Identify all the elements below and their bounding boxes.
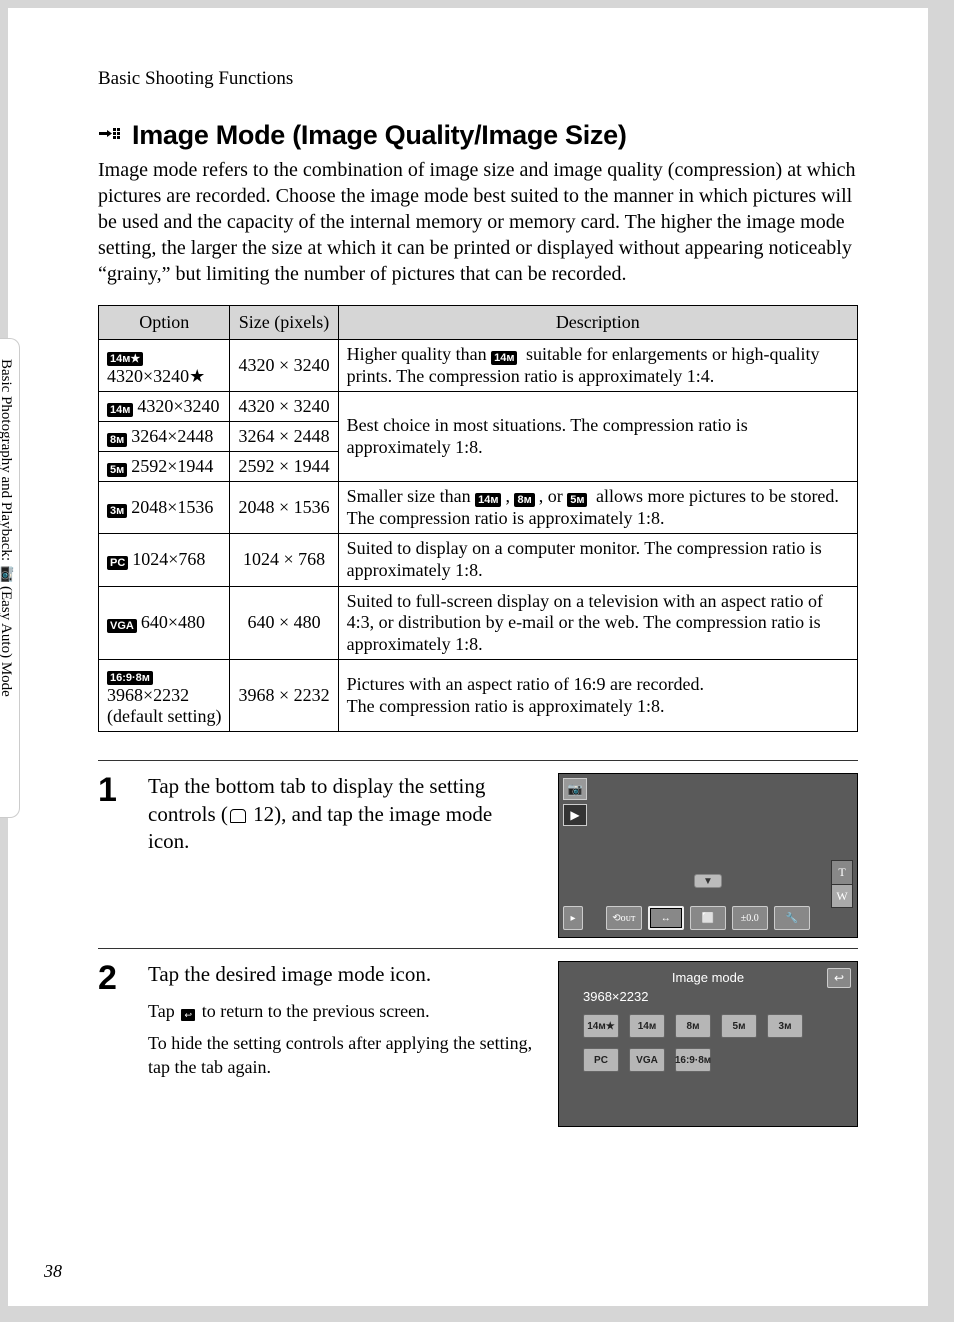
opt-label: 2048×1536: [131, 497, 213, 517]
self-timer-icon: ⟲ᴏᴜᴛ: [606, 906, 642, 930]
size-value: 1024 × 768: [230, 534, 338, 586]
opt-label: 4320×3240: [137, 396, 219, 416]
title-row: Image Mode (Image Quality/Image Size): [98, 120, 858, 151]
opt-label: 3968×2232: [107, 685, 189, 705]
star-icon: ★: [189, 366, 205, 386]
mode-option: PC: [583, 1048, 619, 1072]
opt-label: 640×480: [141, 612, 205, 632]
current-value: 3968×2232: [569, 989, 847, 1004]
mode-option: 16:9·8ᴍ: [675, 1048, 711, 1072]
desc-value: Suited to display on a computer monitor.…: [338, 534, 857, 586]
desc-value: Smaller size than 14ᴍ, 8ᴍ, or 5ᴍ allows …: [338, 482, 857, 534]
mode-badge-icon: 14ᴍ: [475, 493, 501, 507]
mode-badge-icon: 14ᴍ★: [107, 352, 143, 366]
fig-title: Image mode: [569, 970, 847, 985]
playback-icon: ▶: [563, 804, 587, 826]
desc-value: Higher quality than 14ᴍ suitable for enl…: [338, 340, 857, 392]
step-number: 2: [98, 961, 128, 1127]
step-2: 2 Tap the desired image mode icon. Tap ↩…: [98, 948, 858, 1127]
mode-badge-icon: 14ᴍ: [107, 403, 133, 417]
mode-option: VGA: [629, 1048, 665, 1072]
back-icon: ↩: [181, 1009, 195, 1021]
size-value: 2048 × 1536: [230, 482, 338, 534]
size-value: 3968 × 2232: [230, 660, 338, 732]
opt-label: 2592×1944: [131, 456, 213, 476]
section-header: Basic Shooting Functions: [98, 68, 858, 90]
side-tab: Basic Photography and Playback: 📷 (Easy …: [0, 338, 20, 818]
step-2-figure: ↩ Image mode 3968×2232 14ᴍ★ 14ᴍ 8ᴍ 5ᴍ 3ᴍ…: [558, 961, 858, 1127]
intro-paragraph: Image mode refers to the combination of …: [98, 157, 858, 287]
step-instruction: Tap the desired image mode icon.: [148, 961, 538, 988]
desc-value: Suited to full-screen display on a telev…: [338, 586, 857, 660]
size-value: 2592 × 1944: [230, 452, 338, 482]
page-title: Image Mode (Image Quality/Image Size): [132, 120, 627, 151]
table-row: 16:9·8ᴍ3968×2232 (default setting) 3968 …: [99, 660, 858, 732]
mode-badge-icon: 5ᴍ: [107, 463, 127, 477]
size-value: 4320 × 3240: [230, 392, 338, 422]
step-1: 1 Tap the bottom tab to display the sett…: [98, 760, 858, 938]
shooting-mode-icon: 📷: [563, 778, 587, 800]
side-tab-text-1: Basic Photography and Playback:: [0, 359, 14, 561]
image-mode-icon: [98, 125, 124, 147]
image-mode-table: Option Size (pixels) Description 14ᴍ★432…: [98, 305, 858, 732]
zoom-out: W: [832, 884, 852, 908]
col-option: Option: [99, 306, 230, 340]
table-row: 14ᴍ★4320×3240★ 4320 × 3240 Higher qualit…: [99, 340, 858, 392]
mode-badge-icon: 14ᴍ: [491, 351, 517, 365]
mode-badge-icon: 8ᴍ: [107, 433, 127, 447]
mode-option: 5ᴍ: [721, 1014, 757, 1038]
mode-badge-icon: 5ᴍ: [567, 493, 587, 507]
page-number: 38: [44, 1261, 62, 1282]
col-description: Description: [338, 306, 857, 340]
size-value: 640 × 480: [230, 586, 338, 660]
desc-value: Best choice in most situations. The comp…: [338, 392, 857, 482]
step-number: 1: [98, 773, 128, 938]
image-mode-icon: ↔: [648, 906, 684, 930]
table-row: PC 1024×768 1024 × 768 Suited to display …: [99, 534, 858, 586]
zoom-control: T W: [831, 860, 853, 908]
opt-label: 1024×768: [132, 549, 205, 569]
chevron-down-icon: ▼: [694, 874, 722, 888]
opt-label: 3264×2448: [131, 426, 213, 446]
mode-option: 8ᴍ: [675, 1014, 711, 1038]
setup-icon: 🔧: [774, 906, 810, 930]
camera-icon: 📷: [0, 566, 14, 582]
step-sub: To hide the setting controls after apply…: [148, 1031, 538, 1080]
mode-badge-icon: 3ᴍ: [107, 504, 127, 518]
page: Basic Photography and Playback: 📷 (Easy …: [8, 8, 928, 1306]
mode-badge-icon: PC: [107, 556, 128, 570]
exposure-comp-icon: ±0.0: [732, 906, 768, 930]
opt-label: 4320×3240: [107, 366, 189, 386]
mode-option: 14ᴍ: [629, 1014, 665, 1038]
table-row: VGA 640×480 640 × 480 Suited to full-scre…: [99, 586, 858, 660]
tab-icon: ▸: [563, 906, 583, 930]
mode-badge-icon: VGA: [107, 619, 137, 633]
mode-badge-icon: 8ᴍ: [514, 493, 534, 507]
step-sub: Tap ↩ to return to the previous screen.: [148, 999, 538, 1023]
col-size: Size (pixels): [230, 306, 338, 340]
zoom-in: T: [832, 861, 852, 884]
desc-value: Pictures with an aspect ratio of 16:9 ar…: [338, 660, 857, 732]
table-row: 14ᴍ4320×3240 4320 × 3240 Best choice in …: [99, 392, 858, 422]
opt-sub: (default setting): [107, 706, 221, 726]
side-tab-text-2: (Easy Auto) Mode: [0, 586, 14, 697]
back-icon: ↩: [827, 968, 851, 988]
step-instruction: Tap the bottom tab to display the settin…: [148, 773, 538, 855]
table-row: 3ᴍ 2048×1536 2048 × 1536 Smaller size tha…: [99, 482, 858, 534]
mode-option: 3ᴍ: [767, 1014, 803, 1038]
size-value: 3264 × 2448: [230, 422, 338, 452]
step-1-figure: 📷 ▶ ▼ T W ▸ ⟲ᴏᴜᴛ ↔ ⬜ ±0.0 🔧: [558, 773, 858, 938]
touch-shooting-icon: ⬜: [690, 906, 726, 930]
reference-icon: [230, 809, 246, 823]
mode-badge-icon: 16:9·8ᴍ: [107, 671, 153, 685]
size-value: 4320 × 3240: [230, 340, 338, 392]
mode-option: 14ᴍ★: [583, 1014, 619, 1038]
